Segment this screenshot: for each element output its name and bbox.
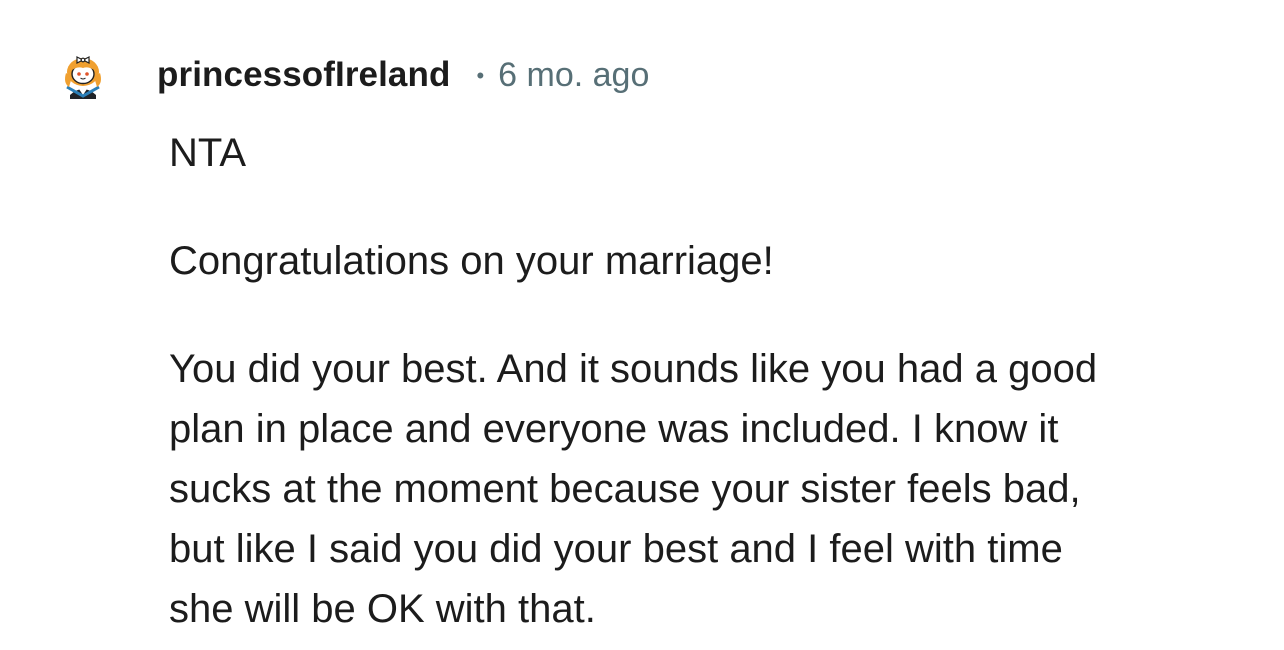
snoo-avatar-icon[interactable]	[57, 49, 109, 101]
comment-line: plan in place and everyone was included.…	[169, 407, 1059, 451]
comment-line: sucks at the moment because your sister …	[169, 467, 1081, 511]
author-username[interactable]: princessofIreland	[157, 55, 450, 95]
comment-line: but like I said you did your best and I …	[169, 527, 1063, 571]
comment-paragraph: You did your best. And it sounds like yo…	[169, 339, 1249, 639]
comment-timestamp[interactable]: 6 mo. ago	[498, 56, 649, 95]
comment-paragraph: NTA	[169, 123, 1249, 183]
comment-line: You did your best. And it sounds like yo…	[169, 347, 1098, 391]
comment-line: Congratulations on your marriage!	[169, 239, 774, 283]
comment-line: NTA	[169, 131, 247, 175]
comment-meta: princessofIreland • 6 mo. ago	[157, 54, 649, 96]
comment-line: she will be OK with that.	[169, 587, 596, 631]
comment-body: NTA Congratulations on your marriage! Yo…	[169, 123, 1249, 639]
comment-paragraph: Congratulations on your marriage!	[169, 231, 1249, 291]
comment: princessofIreland • 6 mo. ago NTA Congra…	[0, 0, 1284, 650]
meta-separator: •	[476, 63, 485, 88]
